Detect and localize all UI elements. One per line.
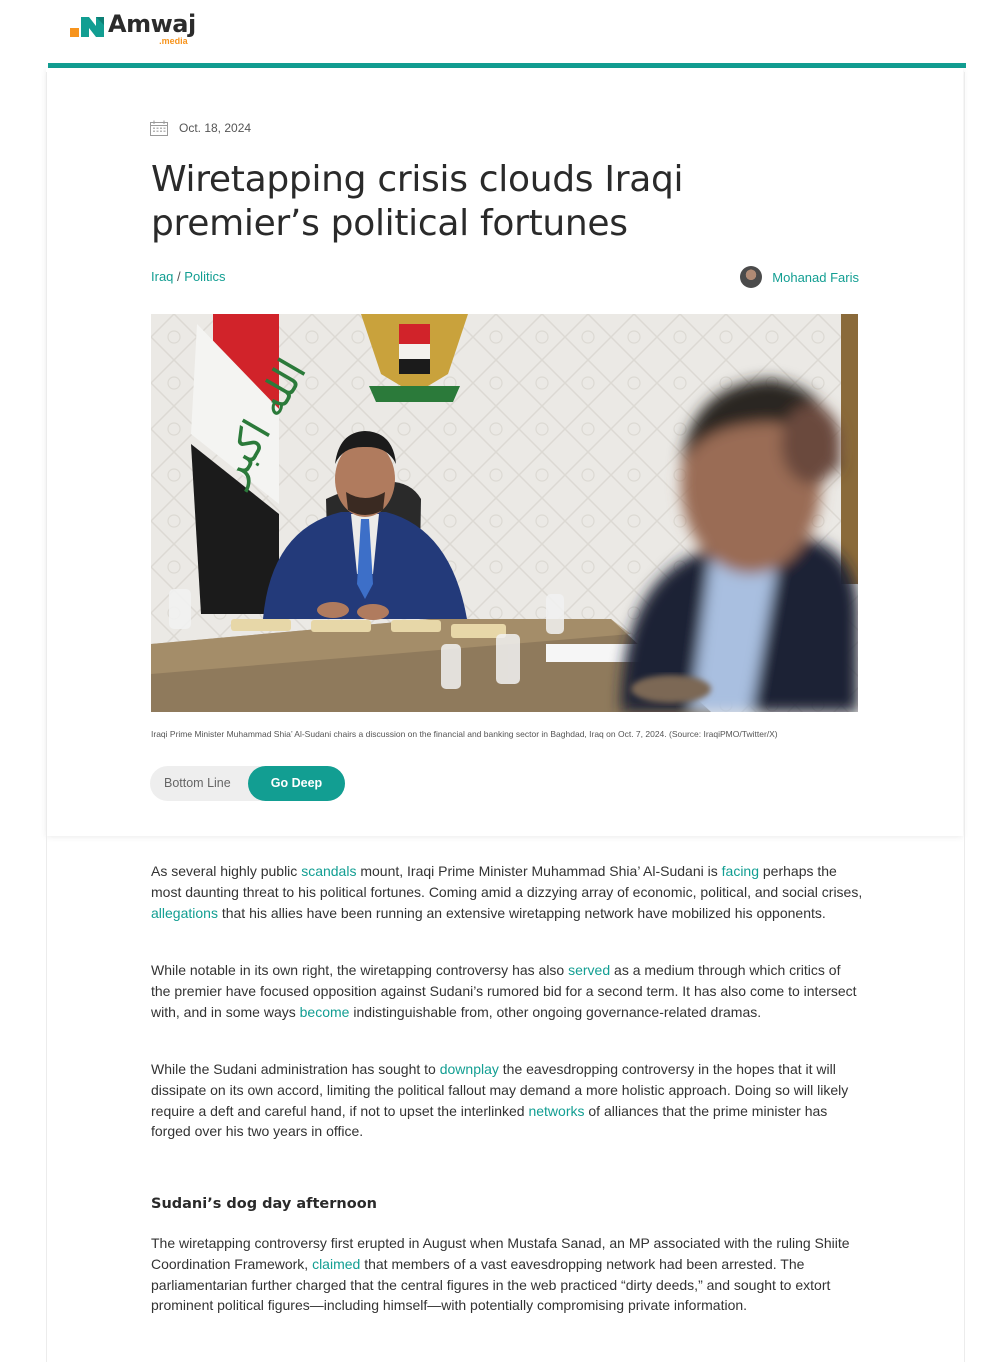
author-avatar <box>740 266 763 288</box>
author-name-link[interactable]: Mohanad Faris <box>772 270 859 285</box>
inline-link-claimed[interactable]: claimed <box>312 1256 360 1272</box>
amwaj-logo[interactable]: Amwaj .media <box>70 10 196 46</box>
go-deep-tab[interactable]: Go Deep <box>248 766 345 801</box>
article-date-row: Oct. 18, 2024 <box>150 120 251 136</box>
logo-subtext: .media <box>159 36 188 46</box>
article-hero-image: الله اكبر <box>151 314 858 712</box>
paragraph-text: While notable in its own right, the wire… <box>151 962 569 978</box>
article-paragraph: While notable in its own right, the wire… <box>151 960 863 1022</box>
hero-photo-illustration: الله اكبر <box>151 314 858 712</box>
article-date: Oct. 18, 2024 <box>179 121 252 135</box>
article-paragraph: The wiretapping controversy first erupte… <box>151 1233 863 1316</box>
inline-link-scandals[interactable]: scandals <box>301 863 356 879</box>
paragraph-text: As several highly public <box>151 863 302 879</box>
inline-link-served[interactable]: served <box>568 962 610 978</box>
article-title: Wiretapping crisis clouds Iraqi premier’… <box>151 159 684 244</box>
image-caption: Iraqi Prime Minister Muhammad Shia’ Al-S… <box>151 729 778 739</box>
article-paragraph: As several highly public scandals mount,… <box>151 861 863 923</box>
paragraph-text: indistinguishable from, other ongoing go… <box>349 1003 762 1020</box>
breadcrumb-iraq-link[interactable]: Iraq <box>151 269 173 284</box>
paragraph-text: While the Sudani administration has soug… <box>151 1061 440 1077</box>
inline-link-downplay[interactable]: downplay <box>440 1061 499 1077</box>
section-heading: Sudani’s dog day afternoon <box>151 1196 377 1212</box>
inline-link-allegations[interactable]: allegations <box>151 905 218 921</box>
author-byline[interactable]: Mohanad Faris <box>740 266 859 288</box>
inline-link-networks[interactable]: networks <box>528 1103 584 1119</box>
breadcrumb-politics-link[interactable]: Politics <box>184 269 225 284</box>
article-paragraph: While the Sudani administration has soug… <box>151 1059 863 1142</box>
summary-depth-toggle: Bottom Line Go Deep <box>150 766 345 801</box>
breadcrumb-separator: / <box>177 269 181 284</box>
logo-mark-icon <box>70 15 104 41</box>
breadcrumb: Iraq / Politics <box>151 269 225 284</box>
inline-link-become[interactable]: become <box>300 1004 350 1020</box>
bottom-line-tab[interactable]: Bottom Line <box>164 776 231 790</box>
paragraph-text: that his allies have been running an ext… <box>217 904 826 921</box>
paragraph-text: mount, Iraqi Prime Minister Muhammad Shi… <box>356 863 722 879</box>
site-header: Amwaj .media <box>48 0 966 68</box>
calendar-icon <box>150 120 168 136</box>
inline-link-facing[interactable]: facing <box>722 863 759 879</box>
logo-wordmark: Amwaj <box>108 10 196 38</box>
